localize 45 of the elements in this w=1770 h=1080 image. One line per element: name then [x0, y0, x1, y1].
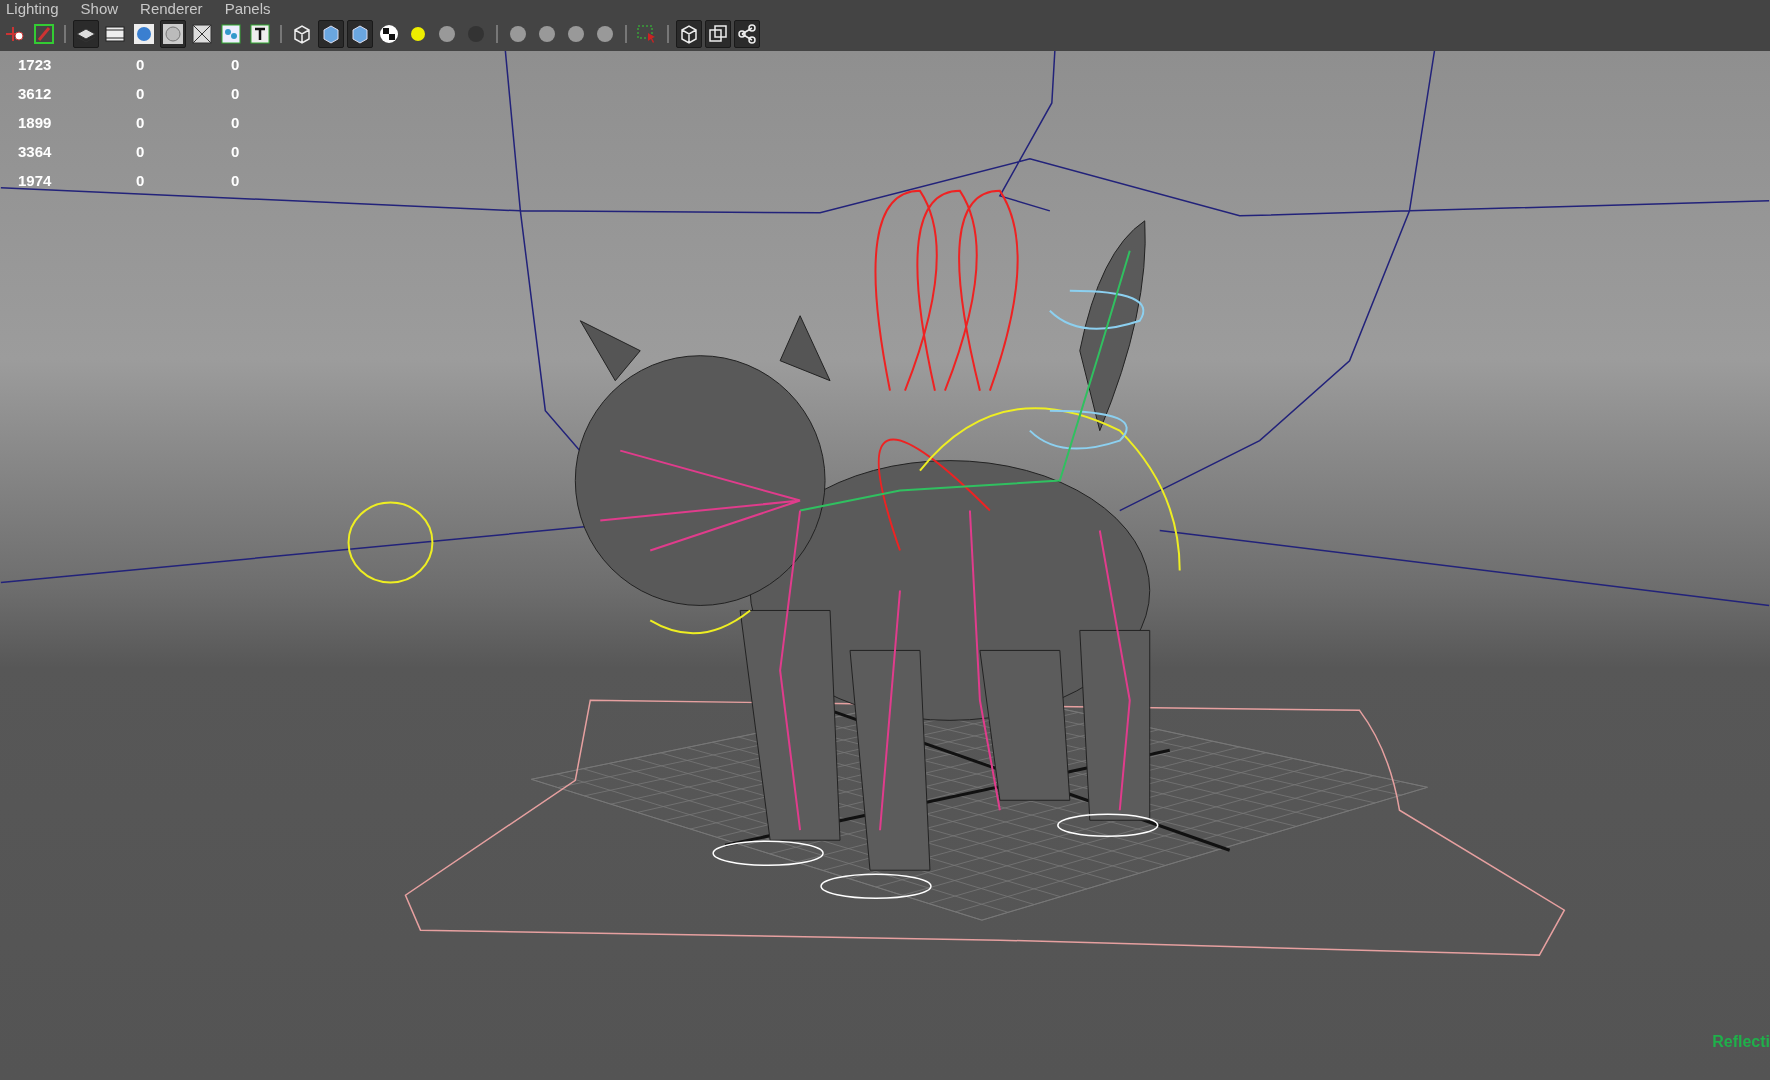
crossed-grid-icon — [191, 23, 213, 45]
hud-value: 0 — [135, 55, 146, 76]
menu-item[interactable]: Panels — [224, 1, 271, 16]
hud-value: 0 — [230, 142, 241, 163]
hud-value: 0 — [230, 113, 241, 134]
toolbar-button[interactable] — [318, 20, 344, 48]
circle-icon — [162, 23, 184, 45]
hud-value: 0 — [135, 142, 146, 163]
shaded-cube-icon — [349, 23, 371, 45]
hud-value: 0 — [135, 171, 146, 192]
hud-value: 0 — [135, 84, 146, 105]
sphere-icon — [594, 23, 616, 45]
hud-value: 0 — [230, 171, 241, 192]
film-icon — [104, 23, 126, 45]
hud-value: 0 — [230, 55, 241, 76]
sphere-icon — [436, 23, 458, 45]
toolbar-button[interactable] — [347, 20, 373, 48]
hud-value: 3364 — [17, 142, 53, 163]
menu-item[interactable]: Renderer — [140, 1, 203, 16]
menu-item[interactable]: Lighting — [6, 1, 59, 16]
overlapping-squares-icon — [707, 23, 729, 45]
hud-value: 0 — [135, 113, 146, 134]
hud-value: 1899 — [17, 113, 53, 134]
shaded-cube-icon — [320, 23, 342, 45]
particles-icon — [220, 23, 242, 45]
toolbar-button[interactable] — [734, 20, 760, 48]
hud-label: Reflecti — [1712, 1032, 1770, 1052]
toolbar-button[interactable] — [160, 20, 186, 48]
toolbar-button[interactable] — [676, 20, 702, 48]
brush-icon — [33, 23, 55, 45]
toolbar-button[interactable] — [73, 20, 99, 48]
hud-value: 1974 — [17, 171, 53, 192]
sphere-icon — [565, 23, 587, 45]
toolbar-button[interactable] — [705, 20, 731, 48]
hud-value: 1723 — [17, 55, 53, 76]
wireframe-cube-icon — [291, 23, 313, 45]
sphere-icon — [507, 23, 529, 45]
node-graph-icon — [736, 23, 758, 45]
menu-item[interactable]: Show — [80, 1, 119, 16]
wireframe-cube-icon — [678, 23, 700, 45]
type-tool-icon — [249, 23, 271, 45]
hud-value: 3612 — [17, 84, 53, 105]
hud-value: 0 — [230, 84, 241, 105]
checker-icon — [378, 23, 400, 45]
sphere-icon — [536, 23, 558, 45]
